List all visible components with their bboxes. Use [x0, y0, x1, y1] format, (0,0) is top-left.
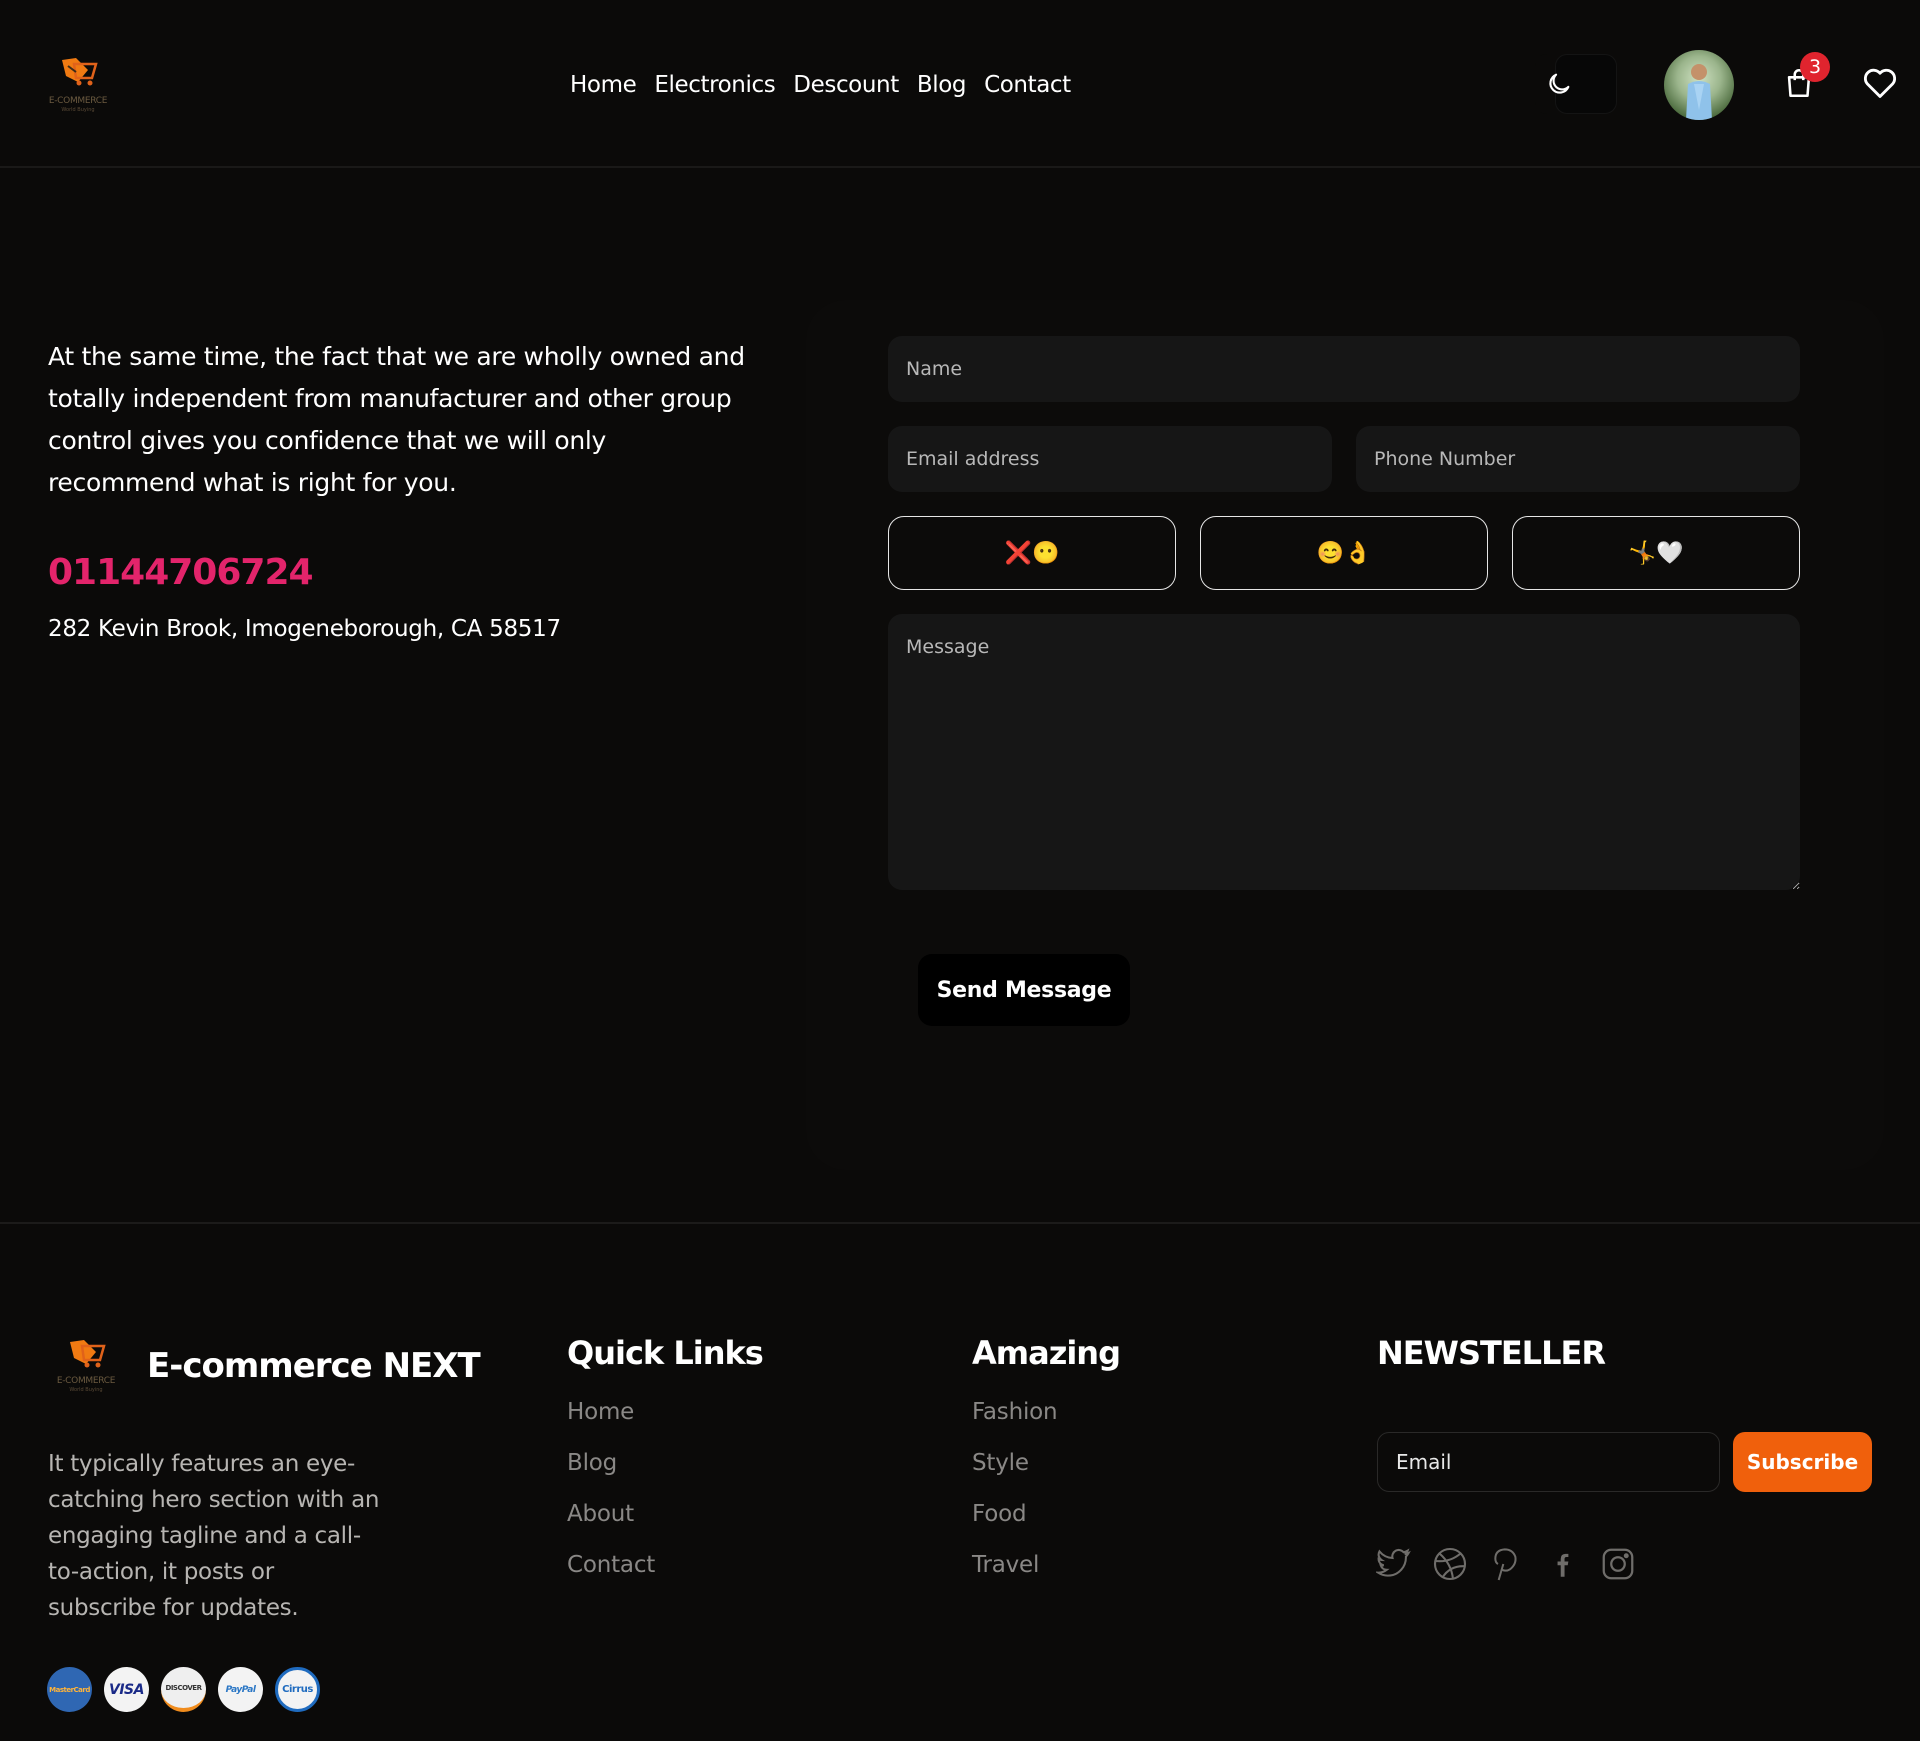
reaction-option-3[interactable]: 🤸🤍 [1512, 516, 1800, 590]
nav-blog[interactable]: Blog [917, 72, 967, 98]
cart-count-badge: 3 [1800, 52, 1830, 82]
list-item: Food [972, 1494, 1057, 1545]
quick-links-title: Quick Links [567, 1334, 764, 1372]
main-nav: Home Electronics Descount Blog Contact [570, 68, 1071, 102]
name-field[interactable] [888, 336, 1800, 402]
list-item: Style [972, 1443, 1057, 1494]
footer-link-food[interactable]: Food [972, 1501, 1027, 1527]
list-item: Contact [567, 1545, 655, 1596]
footer-link-style[interactable]: Style [972, 1450, 1029, 1476]
footer-link-home[interactable]: Home [567, 1399, 634, 1425]
user-avatar[interactable] [1664, 50, 1734, 120]
email-field[interactable] [888, 426, 1332, 492]
contact-phone: 01144706724 [48, 552, 314, 593]
dribbble-icon[interactable] [1431, 1545, 1469, 1583]
list-item: About [567, 1494, 655, 1545]
footer-link-travel[interactable]: Travel [972, 1552, 1039, 1578]
nav-electronics[interactable]: Electronics [654, 72, 775, 98]
reaction-option-1[interactable]: ❌😶 [888, 516, 1176, 590]
logo-text: E-COMMERCE [48, 96, 108, 106]
reaction-emoji: 😊👌 [1316, 540, 1372, 565]
amazing-links-list: Fashion Style Food Travel [972, 1392, 1058, 1596]
contact-address: 282 Kevin Brook, Imogeneborough, CA 5851… [48, 616, 561, 642]
reaction-option-2[interactable]: 😊👌 [1200, 516, 1488, 590]
discover-icon: DISCOVER [161, 1667, 206, 1712]
theme-toggle[interactable] [1535, 54, 1617, 114]
contact-intro-text: At the same time, the fact that we are w… [48, 342, 745, 497]
list-item: Home [567, 1392, 655, 1443]
shopping-cart-logo-icon [70, 1340, 106, 1368]
message-field[interactable] [888, 614, 1800, 890]
footer-logo-subtext: World Buying [69, 1387, 103, 1393]
list-item: Travel [972, 1545, 1057, 1596]
newsletter-email-input[interactable] [1377, 1432, 1720, 1492]
twitter-icon[interactable] [1375, 1545, 1413, 1583]
site-header: E-COMMERCE World Buying Home Electronics… [0, 0, 1920, 168]
list-item: Blog [567, 1443, 655, 1494]
footer-brand-name: E-commerce NEXT [147, 1346, 481, 1386]
social-links [1375, 1545, 1637, 1583]
newsletter-title: NEWSTELLER [1377, 1334, 1606, 1372]
footer-link-blog[interactable]: Blog [567, 1450, 617, 1476]
footer-link-contact[interactable]: Contact [567, 1552, 655, 1578]
nav-descount[interactable]: Descount [793, 72, 899, 98]
footer-description: It typically features an eye-catching he… [48, 1451, 380, 1621]
reaction-emoji: ❌😶 [1004, 540, 1060, 565]
nav-contact[interactable]: Contact [984, 72, 1071, 98]
nav-home[interactable]: Home [570, 72, 637, 98]
payment-methods: MasterCard VISA DISCOVER PayPal Cirrus [47, 1667, 320, 1712]
instagram-icon[interactable] [1599, 1545, 1637, 1583]
amazing-title: Amazing [972, 1334, 1121, 1372]
list-item: Fashion [972, 1392, 1058, 1443]
paypal-icon: PayPal [218, 1667, 263, 1712]
logo-subtext: World Buying [61, 107, 95, 113]
subscribe-button[interactable]: Subscribe [1733, 1432, 1872, 1492]
site-logo[interactable]: E-COMMERCE World Buying [38, 54, 118, 118]
reaction-emoji: 🤸🤍 [1628, 540, 1684, 565]
shopping-cart-logo-icon [62, 58, 98, 86]
facebook-icon[interactable] [1543, 1545, 1581, 1583]
phone-field[interactable] [1356, 426, 1800, 492]
footer-logo[interactable]: E-COMMERCE World Buying [46, 1336, 126, 1396]
footer-link-about[interactable]: About [567, 1501, 634, 1527]
visa-icon: VISA [104, 1667, 149, 1712]
avatar-image [1686, 64, 1712, 120]
heart-icon[interactable] [1862, 66, 1898, 100]
footer-logo-text: E-COMMERCE [56, 1376, 116, 1386]
pinterest-icon[interactable] [1487, 1545, 1525, 1583]
mastercard-icon: MasterCard [47, 1667, 92, 1712]
moon-icon [1549, 73, 1570, 94]
cirrus-icon: Cirrus [275, 1667, 320, 1712]
footer-link-fashion[interactable]: Fashion [972, 1399, 1058, 1425]
send-message-button[interactable]: Send Message [918, 954, 1130, 1026]
quick-links-list: Home Blog About Contact [567, 1392, 655, 1596]
